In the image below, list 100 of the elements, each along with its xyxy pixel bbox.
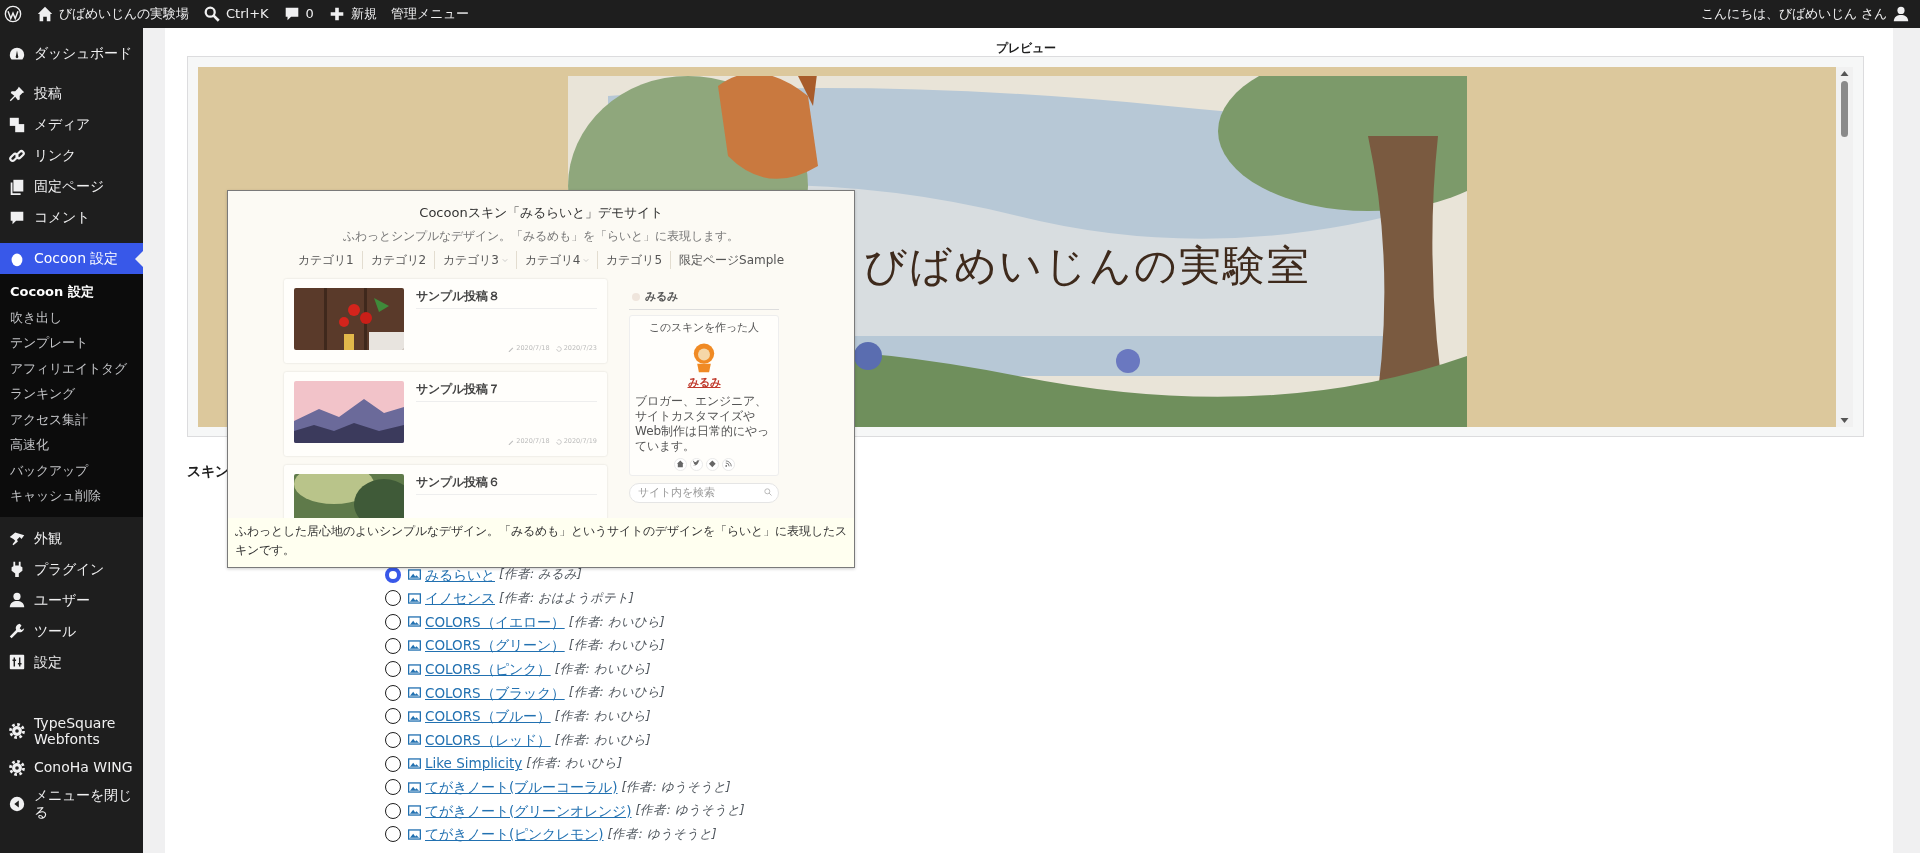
skin-link[interactable]: みるらいと [425, 564, 495, 585]
submenu-item[interactable]: Cocoon 設定 [0, 279, 143, 305]
submenu-item[interactable]: テンプレート [0, 330, 143, 356]
search-icon [764, 488, 772, 496]
submenu-item[interactable]: バックアップ [0, 457, 143, 483]
author-link[interactable]: みるみ [538, 566, 578, 582]
category-link[interactable]: 限定ページSample [679, 250, 785, 269]
menu-item[interactable]: メディア [0, 109, 143, 140]
skin-link[interactable]: COLORS（ピンク） [425, 659, 551, 680]
menu-item[interactable]: TypeSquare Webfonts [0, 710, 143, 753]
new-content-link[interactable]: 新規 [320, 0, 384, 28]
menu-item[interactable]: メニューを閉じる [0, 783, 143, 825]
author-link[interactable]: わいひら [593, 660, 646, 676]
admin-menu-link[interactable]: 管理メニュー [383, 0, 476, 28]
site-title: びばめいじんの実験室 [863, 240, 1311, 292]
scrollbar[interactable] [1836, 67, 1853, 427]
menu-item[interactable]: リンク [0, 140, 143, 171]
submenu-item[interactable]: 吹き出し [0, 304, 143, 330]
radio-button[interactable] [385, 779, 401, 796]
author-link[interactable]: わいひら [607, 637, 660, 653]
radio-button[interactable] [385, 755, 401, 772]
radio-button[interactable] [385, 826, 401, 843]
menu-item[interactable]: ConoHa WING [0, 752, 143, 784]
social-icon[interactable] [673, 458, 687, 471]
social-icon[interactable] [689, 458, 703, 471]
menu-item[interactable]: ツール [0, 615, 143, 647]
search-button[interactable]: Ctrl+K [196, 0, 276, 28]
author-link[interactable]: ゆうそうと [674, 802, 740, 818]
skin-link[interactable]: てがきノート(ピンクレモン) [425, 824, 604, 845]
author-link[interactable]: わいひら [593, 708, 646, 723]
category-link[interactable]: カテゴリ5 [606, 250, 663, 269]
category-link[interactable]: カテゴリ1 [297, 250, 354, 269]
radio-button[interactable] [385, 708, 401, 725]
author-link[interactable]: おはようポテト [538, 590, 630, 605]
author-suffix: ] [711, 825, 717, 841]
post-card[interactable]: サンプル投稿６ [284, 464, 607, 518]
pin-icon [8, 84, 26, 103]
skin-link[interactable]: COLORS（イエロー） [425, 611, 565, 633]
skin-link[interactable]: てがきノート(ブルーコーラル) [425, 777, 618, 798]
author-link[interactable]: わいひら [565, 755, 618, 771]
author-link[interactable]: わいひら [607, 684, 660, 700]
category-link[interactable]: カテゴリ2 [370, 250, 427, 269]
menu-item[interactable]: コメント [0, 202, 143, 233]
author-prefix: [作者: [554, 731, 590, 747]
author-prefix: [作者: [554, 660, 590, 676]
author-prefix: [作者: [621, 778, 657, 794]
author-link[interactable]: わいひら [607, 613, 660, 629]
radio-button[interactable] [385, 614, 401, 630]
skin-link[interactable]: イノセンス [425, 588, 495, 609]
skin-link[interactable]: COLORS（グリーン） [425, 635, 565, 656]
social-icon[interactable] [705, 458, 719, 471]
author-name-link[interactable]: みるみ [635, 374, 773, 391]
refresh-icon [555, 438, 562, 445]
submenu-item[interactable]: アフィリエイトタグ [0, 355, 143, 381]
social-icon[interactable] [721, 458, 735, 471]
radio-button[interactable] [385, 661, 401, 678]
account-link[interactable]: こんにちは、びばめいじん さん [1693, 0, 1920, 28]
category-link[interactable]: カテゴリ4 [524, 250, 581, 269]
skin-link[interactable]: てがきノート(グリーンオレンジ) [425, 800, 632, 821]
submenu-item[interactable]: 高速化 [0, 432, 143, 458]
submenu-item[interactable]: キャッシュ削除 [0, 483, 143, 509]
site-name-link[interactable]: びばめいじんの実験場 [29, 0, 196, 28]
radio-button[interactable] [385, 590, 401, 607]
menu-item[interactable]: 固定ページ [0, 171, 143, 202]
skin-link[interactable]: COLORS（レッド） [425, 729, 551, 751]
radio-button[interactable] [385, 802, 401, 819]
submenu-item[interactable]: アクセス集計 [0, 406, 143, 432]
scrollbar[interactable] [1893, 28, 1920, 853]
submenu-item[interactable]: ランキング [0, 381, 143, 407]
menu-item[interactable]: プラグイン [0, 553, 143, 585]
comments-link[interactable]: 0 [275, 0, 321, 28]
radio-button[interactable] [385, 731, 401, 748]
menu-item[interactable]: Cocoon 設定 [0, 243, 143, 274]
radio-button[interactable] [385, 684, 401, 701]
author-suffix: ] [659, 684, 665, 700]
author-prefix: [作者: [499, 590, 535, 605]
skin-link[interactable]: Like Simplicity [425, 753, 523, 774]
menu-item[interactable]: 投稿 [0, 78, 143, 109]
skin-link[interactable]: COLORS（ブラック） [425, 682, 565, 703]
category-link[interactable]: カテゴリ3 [443, 250, 499, 269]
image-icon [408, 827, 421, 841]
author-link[interactable]: ゆうそうと [646, 825, 712, 841]
menu-item[interactable]: ダッシュボード [0, 38, 143, 69]
search-icon [203, 5, 221, 23]
author-suffix: ] [659, 613, 665, 629]
author-prefix: [作者: [526, 755, 562, 771]
pencil-icon [508, 345, 515, 352]
radio-button[interactable] [385, 637, 401, 654]
menu-item[interactable]: 外観 [0, 522, 143, 554]
menu-item[interactable]: 設定 [0, 646, 143, 678]
menu-item[interactable]: ユーザー [0, 584, 143, 616]
skin-link[interactable]: COLORS（ブルー） [425, 706, 551, 727]
post-title: サンプル投稿８ [416, 287, 597, 309]
author-link[interactable]: ゆうそうと [660, 778, 726, 794]
search-field[interactable]: サイト内を検索 [629, 482, 779, 503]
profile-heading: このスキンを作った人 [648, 320, 760, 336]
wrench-icon [8, 622, 26, 640]
author-link[interactable]: わいひら [593, 731, 646, 747]
author-prefix: [作者: [554, 708, 590, 723]
widget-title: みるみ [645, 288, 678, 305]
